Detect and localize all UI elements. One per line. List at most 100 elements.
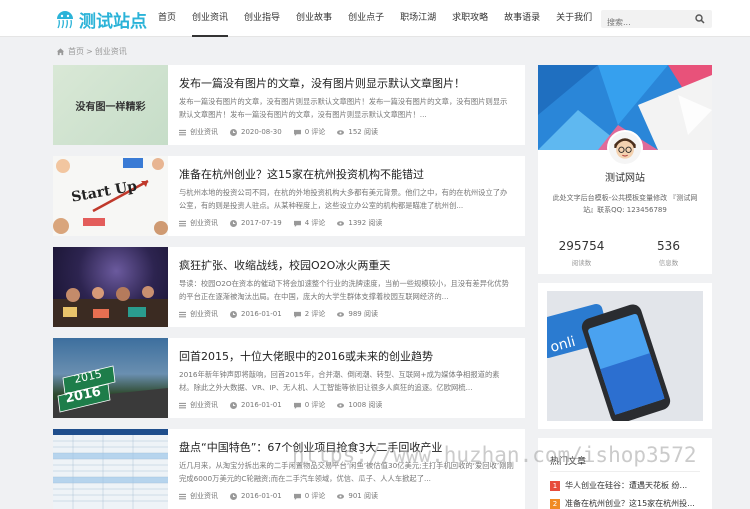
- profile-card: 测试网站 此处文字后台模板-公共模板变量修改 『测试网站』联系QQ: 12345…: [538, 65, 712, 274]
- post-views: 152 阅读: [337, 127, 378, 137]
- crowd-photo: [53, 286, 168, 327]
- post-comments[interactable]: 2 评论: [293, 309, 325, 319]
- cartoon-avatar-image: [609, 132, 641, 164]
- post-date: 2016-01-01: [230, 310, 282, 318]
- clock-icon: [230, 128, 237, 136]
- post-views: 901 阅读: [337, 491, 378, 501]
- post-meta: 创业资讯 2016-01-01 2 评论 989 阅读: [179, 309, 390, 319]
- stat-reads: 295754 阅读数: [538, 239, 625, 267]
- post-comments[interactable]: 0 评论: [293, 491, 325, 501]
- post-card: 盘点“中国特色”：67个创业项目抢食3大二手回收产业 近几月来，从淘宝分拆出来的…: [53, 429, 525, 509]
- list-icon: [179, 493, 186, 499]
- avatar[interactable]: [607, 130, 643, 166]
- post-thumbnail[interactable]: 2015 2016: [53, 338, 168, 418]
- post-thumbnail[interactable]: [53, 429, 168, 509]
- nav-quotes[interactable]: 故事语录: [496, 0, 548, 37]
- search-icon[interactable]: [695, 14, 705, 24]
- nav-startup-news[interactable]: 创业资讯: [184, 0, 236, 37]
- clock-icon: [230, 310, 237, 318]
- comment-icon: [293, 493, 301, 500]
- smartphone-ad-image: onli: [547, 291, 703, 421]
- breadcrumb-current[interactable]: 创业资讯: [95, 46, 127, 57]
- list-icon: [179, 220, 186, 226]
- breadcrumb-home[interactable]: 首页: [68, 46, 84, 57]
- post-views: 1008 阅读: [337, 400, 382, 410]
- post-date: 2016-01-01: [230, 492, 282, 500]
- eye-icon: [337, 311, 345, 317]
- profile-name: 测试网站: [605, 173, 645, 184]
- list-icon: [179, 311, 186, 317]
- nav-home[interactable]: 首页: [150, 0, 184, 37]
- post-title[interactable]: 疯狂扩张、收缩战线，校园O2O冰火两重天: [179, 257, 390, 273]
- site-header: 测试站点 首页 创业资讯 创业指导 创业故事 创业点子 职场江湖 求职攻略 故事…: [0, 0, 750, 37]
- post-meta: 创业资讯 2016-01-01 0 评论 1008 阅读: [179, 400, 394, 410]
- rank-badge: 1: [550, 480, 560, 491]
- hot-article-item[interactable]: 2 准备在杭州创业？这15家在杭州投...: [550, 498, 706, 509]
- comment-icon: [293, 311, 301, 318]
- phone-illustration: onli: [547, 291, 703, 421]
- post-views: 989 阅读: [337, 309, 378, 319]
- post-meta: 创业资讯 2016-01-01 0 评论 901 阅读: [179, 491, 390, 501]
- sidebar-ad[interactable]: onli: [538, 283, 712, 429]
- post-title[interactable]: 回首2015，十位大佬眼中的2016或未来的创业趋势: [179, 348, 433, 364]
- post-date: 2020-08-30: [230, 128, 282, 136]
- post-meta: 创业资讯 2020-08-30 0 评论 152 阅读: [179, 127, 390, 137]
- post-comments[interactable]: 0 评论: [293, 127, 325, 137]
- post-thumbnail[interactable]: 没有图一样精彩: [53, 65, 168, 145]
- post-views: 1392 阅读: [337, 218, 382, 228]
- post-category[interactable]: 创业资讯: [179, 127, 218, 137]
- post-category[interactable]: 创业资讯: [179, 309, 218, 319]
- hot-article-item[interactable]: 1 华人创业在硅谷：遭遇天花板 纷...: [550, 480, 706, 491]
- search-box: [601, 10, 712, 32]
- logo-text: 测试站点: [79, 11, 147, 32]
- post-thumbnail[interactable]: Start Up: [53, 156, 168, 236]
- post-title[interactable]: 准备在杭州创业？这15家在杭州投资机构不能错过: [179, 166, 424, 182]
- site-logo[interactable]: 测试站点: [54, 6, 147, 32]
- post-card: 2015 2016 回首2015，十位大佬眼中的2016或未来的创业趋势 201…: [53, 338, 525, 418]
- post-excerpt: 导读：校园O2O在资本的催动下将会加速整个行业的洗牌速度，当前一些规模较小，且没…: [179, 279, 509, 301]
- hot-article-title: 华人创业在硅谷：遭遇天花板 纷...: [565, 481, 688, 490]
- nav-about[interactable]: 关于我们: [548, 0, 600, 37]
- nav-workplace[interactable]: 职场江湖: [392, 0, 444, 37]
- post-category[interactable]: 创业资讯: [179, 218, 218, 228]
- hot-article-title: 准备在杭州创业？这15家在杭州投...: [565, 499, 695, 508]
- post-comments[interactable]: 0 评论: [293, 400, 325, 410]
- stat-label: 信息数: [658, 259, 679, 267]
- clock-icon: [230, 492, 237, 500]
- stat-value: 536: [657, 239, 680, 253]
- post-card: 疯狂扩张、收缩战线，校园O2O冰火两重天 导读：校园O2O在资本的催动下将会加速…: [53, 247, 525, 327]
- list-icon: [179, 129, 186, 135]
- post-card: Start Up 准备在杭州创业？这15家在杭州投资机构不能错过 与杭州本地的投…: [53, 156, 525, 236]
- stat-label: 阅读数: [571, 259, 592, 267]
- post-excerpt: 与杭州本地的投资公司不同，在杭的外地投资机构大多都有美元背景。他们之中，有的在杭…: [179, 188, 508, 210]
- breadcrumb-separator: >: [86, 47, 93, 56]
- post-comments[interactable]: 4 评论: [293, 218, 325, 228]
- comment-icon: [293, 220, 301, 227]
- post-thumbnail[interactable]: [53, 247, 168, 327]
- post-title[interactable]: 发布一篇没有图片的文章，没有图片则显示默认文章图片！: [179, 75, 465, 91]
- stat-posts: 536 信息数: [625, 239, 712, 267]
- jellyfish-logo-icon: [57, 11, 73, 29]
- clock-icon: [230, 219, 237, 227]
- nav-startup-stories[interactable]: 创业故事: [288, 0, 340, 37]
- road-sign-photo: 2015: [53, 365, 168, 418]
- thumbnail-caption: 没有图一样精彩: [75, 102, 146, 113]
- rank-badge: 2: [550, 498, 560, 509]
- nav-job-tips[interactable]: 求职攻略: [444, 0, 496, 37]
- stat-value: 295754: [558, 239, 605, 253]
- nav-startup-ideas[interactable]: 创业点子: [340, 0, 392, 37]
- post-date: 2017-07-19: [230, 219, 282, 227]
- search-input[interactable]: [601, 13, 691, 32]
- post-category[interactable]: 创业资讯: [179, 491, 218, 501]
- list-icon: [179, 402, 186, 408]
- main-nav: 首页 创业资讯 创业指导 创业故事 创业点子 职场江湖 求职攻略 故事语录 关于…: [150, 0, 600, 37]
- divider: [550, 471, 700, 472]
- nav-startup-guide[interactable]: 创业指导: [236, 0, 288, 37]
- comment-icon: [293, 129, 301, 136]
- eye-icon: [337, 220, 345, 226]
- home-icon: [56, 48, 65, 56]
- post-date: 2016-01-01: [230, 401, 282, 409]
- post-excerpt: 发布一篇没有图片的文章，没有图片则显示默认文章图片！发布一篇没有图片的文章，没有…: [179, 97, 508, 119]
- eye-icon: [337, 402, 345, 408]
- post-category[interactable]: 创业资讯: [179, 400, 218, 410]
